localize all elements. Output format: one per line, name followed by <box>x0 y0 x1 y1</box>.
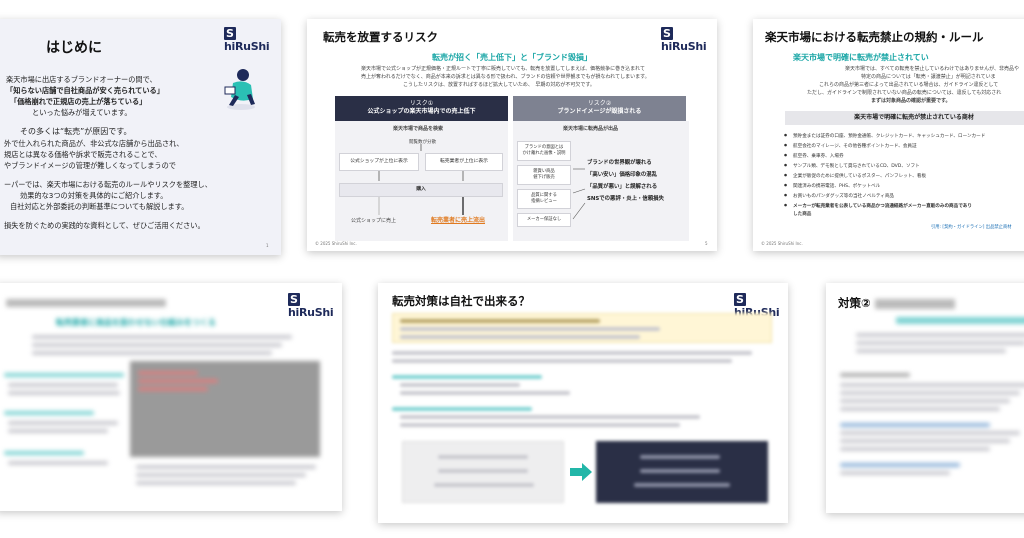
banned-item: 企業が販促のために提供しているポスター、パンフレット、看板 <box>784 173 926 179</box>
slide-title: はじめに <box>46 40 102 56</box>
slide-subhead: 転売業者に商品を扱わせない仕組みをつくる <box>56 318 216 327</box>
slide-self-measure[interactable]: 転売対策は自社で出来る？ ShiRuShi <box>378 283 788 523</box>
intro-line: 楽天市場に出店するブランドオーナーの間で、 <box>6 75 157 84</box>
flow-arrows <box>378 144 586 220</box>
slide-measure-2[interactable]: 対策② <box>826 283 1024 513</box>
page-number: 1 <box>266 243 269 248</box>
intro-line: まずは対象商品の確認が重要です。 <box>871 98 951 104</box>
source-link[interactable]: 引用: [契約・ガイドライン] 出品禁止商材 <box>931 224 1012 232</box>
slide-title: 楽天市場における転売禁止の規約・ルール <box>765 30 984 44</box>
arrow-right-icon <box>570 463 592 485</box>
banned-item: 預貯金または証券の口座、預貯金通帳、クレジットカード、キャッシュカード、ローンカ… <box>784 133 985 139</box>
intro-line: 規店とは異なる価格や訴求で販売されることで、 <box>4 150 162 159</box>
page-number: 5 <box>705 241 708 246</box>
banned-item: 航空会社のマイレージ、その他各種ポイントカード、会員証 <box>784 143 917 149</box>
intro-line: やブランドイメージの管理が難しくなってしまうので <box>4 161 176 170</box>
banned-item: サンプル類、デモ製として貸与されているCD、DVD、ソフト <box>784 163 920 169</box>
slide-subhead: 楽天市場で明確に転売が禁止されてい <box>793 53 929 62</box>
intro-line: 特定の商品については「転売・譲渡禁止」が明記されていま <box>861 74 996 80</box>
intro-line: といった悩みが増えています。 <box>32 108 132 117</box>
intro-line: ーパーでは、楽天市場における転売のルールやリスクを整理し、 <box>4 180 212 189</box>
person-illustration-icon <box>221 67 259 111</box>
banned-item-cont: した商品 <box>793 212 812 217</box>
intro-line: 外で仕入れられた商品が、非公式な店舗から出品され、 <box>4 139 184 148</box>
intro-line: 「知らない店舗で自社商品が安く売られている」 <box>6 86 164 95</box>
intro-line: 楽天市場では、すべての転売を禁止しているわけではありませんが、非売品や <box>845 66 1020 72</box>
intro-line: 損失を防ぐための実践的な資料として、ぜひご活用ください。 <box>4 221 205 230</box>
footer-copyright: © 2025 ShiruShi Inc. <box>315 241 357 246</box>
intro-line: その多くは“転売”が原因です。 <box>20 127 132 136</box>
slide-risks[interactable]: 転売を放置するリスク ShiRuShi 転売が招く「売上低下」と「ブランド毀損」… <box>307 19 717 251</box>
banned-item: 関連済みの携帯電話、PHS、ポケットベル <box>784 183 880 189</box>
banned-item: お買いものパンダグッズ等の当社ノベルティ商品 <box>784 193 894 199</box>
banned-item: 航空券、乗車券、入場券 <box>784 153 843 159</box>
banned-item: メーカーが転売業者を公表している商品かつ流通経路がメーカー直販のみの商品であり <box>784 203 972 209</box>
slide-rakuten-rules[interactable]: 楽天市場における転売禁止の規約・ルール 楽天市場で明確に転売が禁止されてい 楽天… <box>753 19 1024 251</box>
slide-intro[interactable]: はじめに ShiRuShi 楽天市場に出店するブランドオーナーの間で、 「知らな… <box>0 19 281 255</box>
slide-title: 対策② <box>838 295 955 311</box>
intro-line: ただし、ガイドラインで制限されていない商品の転売については、違反しても対応され <box>807 90 1002 96</box>
shirushi-logo: ShiRuShi <box>288 293 334 319</box>
slide-title: 転売対策は自社で出来る？ <box>392 294 530 308</box>
slide-measure-1[interactable]: ShiRuShi 転売業者に商品を扱わせない仕組みをつくる <box>0 283 342 511</box>
shirushi-logo: ShiRuShi <box>224 27 270 53</box>
banned-items-bar: 楽天市場で明確に転売が禁止されている商材 <box>785 111 1024 125</box>
intro-line: これらの商品が第三者によって出品されている場合は、ガイドライン違反として <box>819 82 999 88</box>
intro-line: 「価格崩れで正規店の売上が落ちている」 <box>10 97 147 106</box>
intro-line: 効果的な3つの対策を具体的にご紹介します。 <box>20 191 168 200</box>
footer-copyright: © 2025 ShiruShi Inc. <box>761 241 803 246</box>
intro-line: 自社対応と外部委託の判断基準についても解説します。 <box>10 202 189 211</box>
